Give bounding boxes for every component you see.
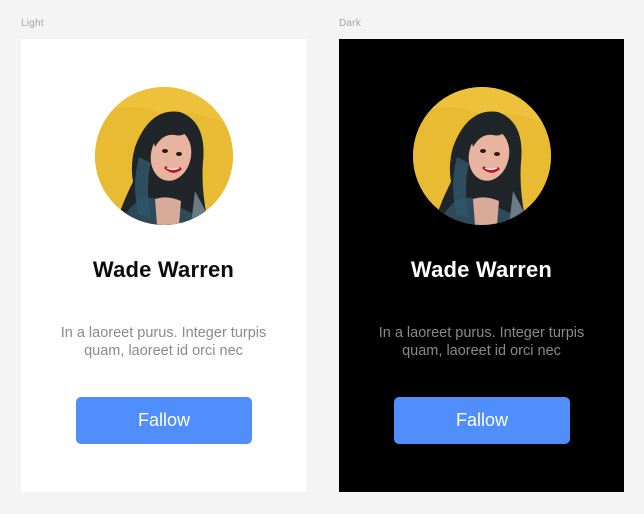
avatar [95,87,233,225]
follow-button[interactable]: Fallow [76,397,252,444]
profile-name: Wade Warren [410,257,553,282]
profile-photo [95,87,233,225]
profile-photo [413,87,551,225]
variant-label-light: Light [21,18,44,29]
bio-line: In a laoreet purus. Integer turpis [60,325,267,341]
profile-bio: In a laoreet purus. Integer turpis quam,… [363,324,600,360]
profile-name: Wade Warren [92,257,235,282]
profile-bio: In a laoreet purus. Integer turpis quam,… [45,324,282,360]
avatar [413,87,551,225]
variant-label-dark: Dark [339,18,361,29]
profile-card-light: Wade Warren In a laoreet purus. Integer … [21,39,306,492]
bio-line: In a laoreet purus. Integer turpis [378,325,585,341]
follow-button[interactable]: Fallow [394,397,570,444]
profile-card-dark: Wade Warren In a laoreet purus. Integer … [339,39,624,492]
bio-line: quam, laoreet id orci nec [84,343,243,359]
bio-line: quam, laoreet id orci nec [402,343,561,359]
